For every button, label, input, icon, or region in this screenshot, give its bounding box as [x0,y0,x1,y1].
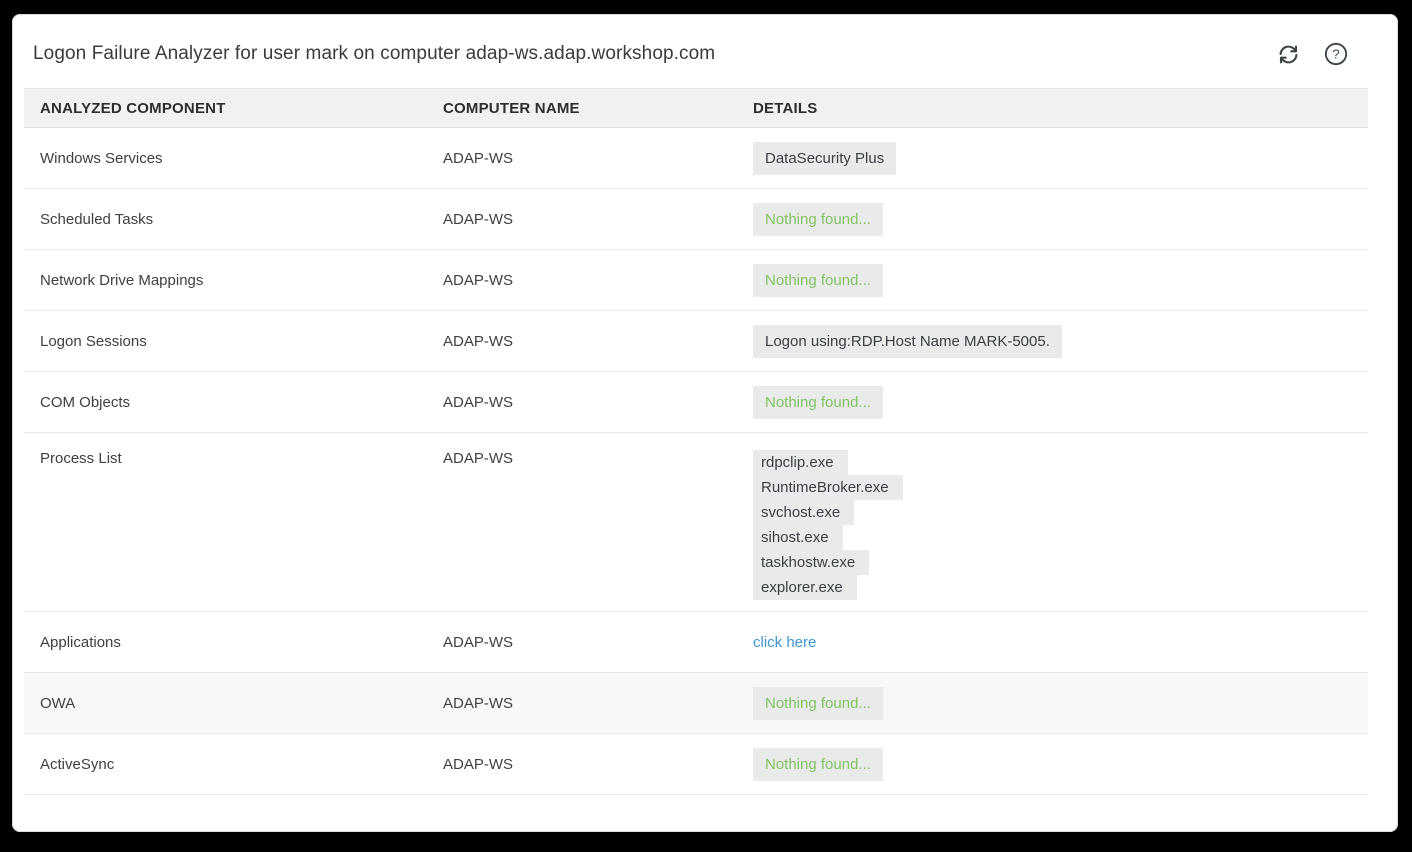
table-body: Windows ServicesADAP-WSDataSecurity Plus… [24,128,1368,795]
column-header-computer-name: COMPUTER NAME [443,100,753,117]
table-row: Network Drive MappingsADAP-WSNothing fou… [24,250,1368,311]
table-row: Windows ServicesADAP-WSDataSecurity Plus [24,128,1368,189]
table-row: Logon SessionsADAP-WSLogon using:RDP.Hos… [24,311,1368,372]
details-cell: rdpclip.exeRuntimeBroker.exesvchost.exes… [753,450,1368,600]
nothing-found-chip: Nothing found... [753,203,883,236]
detail-line: DataSecurity Plus [753,142,896,175]
table-row: Scheduled TasksADAP-WSNothing found... [24,189,1368,250]
help-icon[interactable]: ? [1324,42,1348,66]
computer-name-label: ADAP-WS [443,394,753,411]
details-cell: Nothing found... [753,748,1368,781]
details-cell: click here [753,630,1368,655]
computer-name-label: ADAP-WS [443,634,753,651]
detail-chip: taskhostw.exe [753,550,869,575]
detail-line: sihost.exe [753,525,843,550]
column-header-details: DETAILS [753,100,1368,117]
table-row: ActiveSyncADAP-WSNothing found... [24,734,1368,795]
nothing-found-chip: Nothing found... [753,687,883,720]
detail-line: explorer.exe [753,575,857,600]
detail-chip: rdpclip.exe [753,450,848,475]
analyzed-component-label: ActiveSync [40,756,443,773]
details-cell: Logon using:RDP.Host Name MARK-5005. [753,325,1368,358]
computer-name-label: ADAP-WS [443,450,753,467]
nothing-found-chip: Nothing found... [753,264,883,297]
logon-failure-analyzer-card: Logon Failure Analyzer for user mark on … [12,14,1398,832]
analyzer-table: ANALYZED COMPONENT COMPUTER NAME DETAILS… [24,88,1368,827]
computer-name-label: ADAP-WS [443,333,753,350]
column-header-analyzed-component: ANALYZED COMPONENT [40,100,443,117]
detail-line: Nothing found... [753,687,883,720]
analyzed-component-label: Scheduled Tasks [40,211,443,228]
detail-line: svchost.exe [753,500,854,525]
table-row: Process ListADAP-WSrdpclip.exeRuntimeBro… [24,433,1368,612]
computer-name-label: ADAP-WS [443,211,753,228]
detail-line: Nothing found... [753,386,883,419]
analyzed-component-label: Applications [40,634,443,651]
computer-name-label: ADAP-WS [443,150,753,167]
detail-line: RuntimeBroker.exe [753,475,903,500]
table-row: COM ObjectsADAP-WSNothing found... [24,372,1368,433]
computer-name-label: ADAP-WS [443,756,753,773]
analyzed-component-label: Network Drive Mappings [40,272,443,289]
detail-chip: svchost.exe [753,500,854,525]
table-footer-space [24,795,1368,827]
detail-chip: RuntimeBroker.exe [753,475,903,500]
details-cell: Nothing found... [753,687,1368,720]
detail-line: taskhostw.exe [753,550,869,575]
detail-chip: explorer.exe [753,575,857,600]
detail-line: rdpclip.exe [753,450,848,475]
detail-line: Logon using:RDP.Host Name MARK-5005. [753,325,1062,358]
details-cell: Nothing found... [753,386,1368,419]
header-icons: ? [1276,42,1348,66]
nothing-found-chip: Nothing found... [753,386,883,419]
nothing-found-chip: Nothing found... [753,748,883,781]
detail-line: Nothing found... [753,748,883,781]
detail-line: click here [753,630,816,655]
details-cell: DataSecurity Plus [753,142,1368,175]
table-row: ApplicationsADAP-WSclick here [24,612,1368,673]
table-row: OWAADAP-WSNothing found... [24,673,1368,734]
computer-name-label: ADAP-WS [443,272,753,289]
svg-text:?: ? [1332,47,1339,62]
card-header: Logon Failure Analyzer for user mark on … [12,14,1398,88]
analyzed-component-label: Process List [40,450,443,467]
refresh-icon[interactable] [1276,42,1300,66]
analyzed-component-label: COM Objects [40,394,443,411]
analyzed-component-label: Windows Services [40,150,443,167]
detail-chip: Logon using:RDP.Host Name MARK-5005. [753,325,1062,358]
details-cell: Nothing found... [753,264,1368,297]
detail-line: Nothing found... [753,203,883,236]
analyzed-component-label: OWA [40,695,443,712]
computer-name-label: ADAP-WS [443,695,753,712]
page-title: Logon Failure Analyzer for user mark on … [33,43,715,65]
details-cell: Nothing found... [753,203,1368,236]
table-header-row: ANALYZED COMPONENT COMPUTER NAME DETAILS [24,88,1368,128]
detail-chip: sihost.exe [753,525,843,550]
detail-line: Nothing found... [753,264,883,297]
detail-chip: DataSecurity Plus [753,142,896,175]
click-here-link[interactable]: click here [753,634,816,651]
analyzed-component-label: Logon Sessions [40,333,443,350]
